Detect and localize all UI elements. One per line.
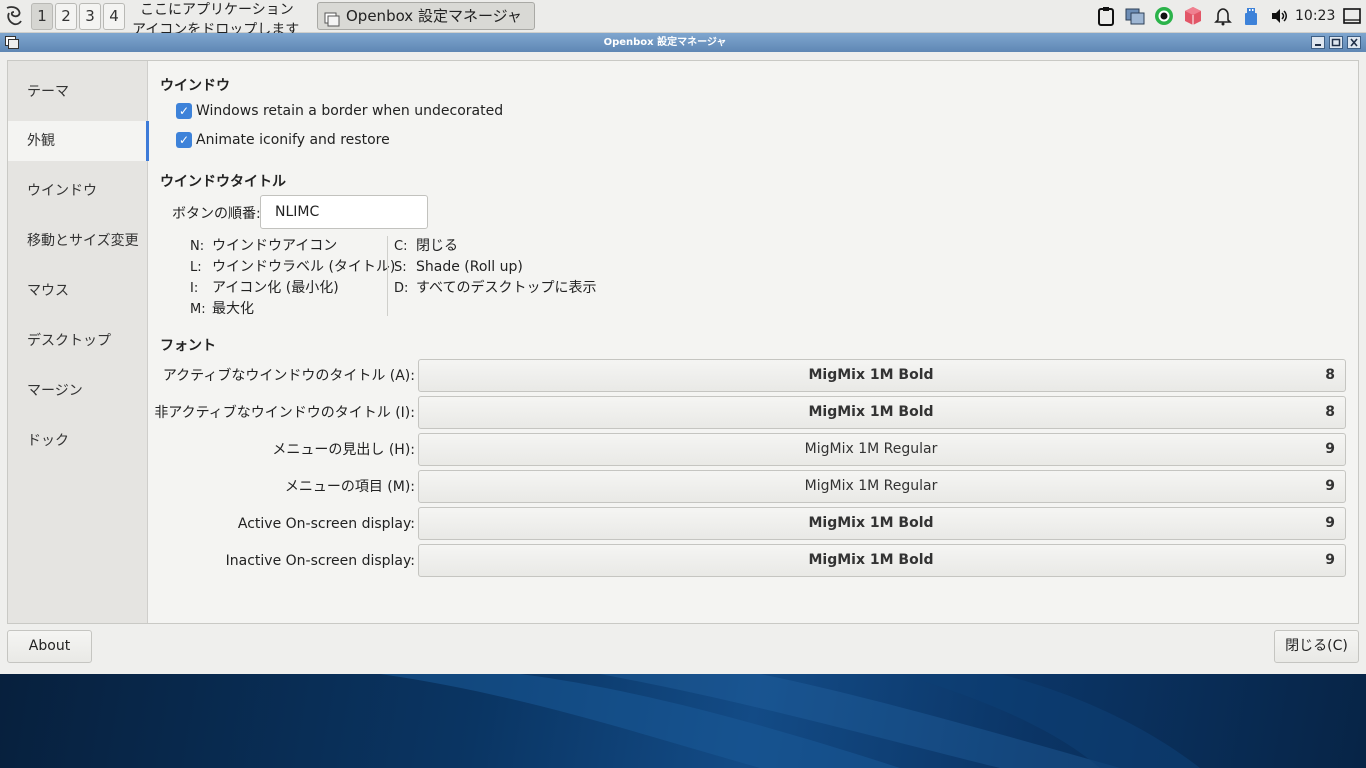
- launcher-hint-line1: ここにアプリケーション: [140, 2, 294, 18]
- font-label-active-osd: Active On-screen display:: [237, 516, 415, 532]
- settings-content: テーマ 外観 ウインドウ 移動とサイズ変更 マウス デスクトップ マージン ドッ…: [7, 60, 1359, 624]
- workspace-2-button[interactable]: 2: [55, 3, 77, 30]
- legend-item: M: 最大化: [190, 301, 254, 317]
- window-icon: [324, 9, 340, 35]
- workspace-4-button[interactable]: 4: [103, 3, 125, 30]
- settings-window: Openbox 設定マネージャ テーマ 外観 ウインドウ 移動とサイズ変更 マウ…: [0, 33, 1366, 674]
- workspace-1-button[interactable]: 1: [31, 3, 53, 30]
- taskbar-window-button[interactable]: Openbox 設定マネージャ: [317, 2, 535, 30]
- button-order-input[interactable]: NLIMC: [260, 195, 428, 229]
- minimize-button[interactable]: [1311, 36, 1325, 49]
- task-label: Openbox 設定マネージャ: [346, 7, 522, 25]
- desktop-wallpaper: [0, 674, 1366, 768]
- volume-icon[interactable]: [1269, 6, 1289, 26]
- font-size: 8: [1325, 404, 1335, 420]
- sidebar-item-margins[interactable]: マージン: [8, 371, 148, 411]
- option-label: Animate iconify and restore: [196, 132, 390, 148]
- legend-item: N: ウインドウアイコン: [190, 238, 338, 254]
- window-titlebar[interactable]: Openbox 設定マネージャ: [0, 33, 1366, 52]
- font-name: MigMix 1M Bold: [808, 515, 934, 531]
- record-icon[interactable]: [1154, 6, 1174, 26]
- font-label-active-title: アクティブなウインドウのタイトル (A):: [162, 368, 415, 384]
- sidebar-item-appearance[interactable]: 外観: [8, 121, 149, 161]
- font-name: MigMix 1M Bold: [808, 552, 934, 568]
- usb-icon[interactable]: [1241, 6, 1261, 26]
- sidebar-item-desktops[interactable]: デスクトップ: [8, 321, 148, 361]
- notification-bell-icon[interactable]: [1213, 6, 1233, 26]
- sidebar: テーマ 外観 ウインドウ 移動とサイズ変更 マウス デスクトップ マージン ドッ…: [8, 61, 149, 623]
- sidebar-item-theme[interactable]: テーマ: [8, 72, 148, 112]
- launcher-drop-area[interactable]: ここにアプリケーション アイコンをドロップします: [132, 0, 312, 33]
- font-button-menu-item[interactable]: MigMix 1M Regular 9: [418, 470, 1346, 503]
- font-name: MigMix 1M Bold: [808, 404, 934, 420]
- checkbox-animate-iconify[interactable]: ✓: [176, 132, 192, 148]
- window-manager-icon[interactable]: [1125, 6, 1145, 26]
- font-name: MigMix 1M Bold: [808, 367, 934, 383]
- workspace-3-button[interactable]: 3: [79, 3, 101, 30]
- font-name: MigMix 1M Regular: [804, 441, 938, 457]
- font-button-inactive-title[interactable]: MigMix 1M Bold 8: [418, 396, 1346, 429]
- legend-item: D: すべてのデスクトップに表示: [394, 280, 597, 296]
- clipboard-icon[interactable]: [1096, 6, 1116, 26]
- font-label-menu-header: メニューの見出し (H):: [272, 442, 415, 458]
- font-button-active-osd[interactable]: MigMix 1M Bold 9: [418, 507, 1346, 540]
- close-window-button[interactable]: [1347, 36, 1361, 49]
- font-size: 9: [1325, 552, 1335, 568]
- clock[interactable]: 10:23: [1295, 0, 1335, 33]
- font-size: 9: [1325, 478, 1335, 494]
- sidebar-item-mouse[interactable]: マウス: [8, 271, 148, 311]
- legend-left: N: ウインドウアイコン L: ウインドウラベル (タイトル) I: アイコン化 (最…: [190, 236, 395, 320]
- font-button-inactive-osd[interactable]: MigMix 1M Bold 9: [418, 544, 1346, 577]
- window-title: Openbox 設定マネージャ: [603, 37, 727, 48]
- application-menu-icon[interactable]: [2, 4, 26, 28]
- font-label-inactive-osd: Inactive On-screen display:: [225, 553, 415, 569]
- taskbar: 1 2 3 4 ここにアプリケーション アイコンをドロップします Openbox…: [0, 0, 1366, 33]
- font-size: 9: [1325, 515, 1335, 531]
- legend-item: S: Shade (Roll up): [394, 259, 523, 275]
- sidebar-item-dock[interactable]: ドック: [8, 421, 148, 461]
- section-title-titlebar: ウインドウタイトル: [160, 174, 286, 190]
- legend-item: C: 閉じる: [394, 238, 458, 254]
- package-icon[interactable]: [1183, 6, 1203, 26]
- font-size: 9: [1325, 441, 1335, 457]
- sidebar-item-move-resize[interactable]: 移動とサイズ変更: [8, 221, 148, 261]
- font-button-menu-header[interactable]: MigMix 1M Regular 9: [418, 433, 1346, 466]
- legend-item: L: ウインドウラベル (タイトル): [190, 259, 396, 275]
- sidebar-item-windows[interactable]: ウインドウ: [8, 171, 148, 211]
- font-size: 8: [1325, 367, 1335, 383]
- font-button-active-title[interactable]: MigMix 1M Bold 8: [418, 359, 1346, 392]
- font-label-inactive-title: 非アクティブなウインドウのタイトル (I):: [154, 405, 415, 421]
- button-order-label: ボタンの順番:: [172, 206, 261, 222]
- section-title-window: ウインドウ: [160, 78, 230, 94]
- font-label-menu-item: メニューの項目 (M):: [284, 479, 415, 495]
- checkbox-retain-border[interactable]: ✓: [176, 103, 192, 119]
- option-label: Windows retain a border when undecorated: [196, 103, 504, 119]
- legend-right: C: 閉じる S: Shade (Roll up) D: すべてのデスクトップに表示: [394, 236, 596, 299]
- display-icon[interactable]: [1342, 6, 1362, 26]
- close-button[interactable]: 閉じる(C): [1274, 630, 1359, 663]
- main-panel: ウインドウ ✓ Windows retain a border when und…: [148, 61, 1358, 623]
- maximize-button[interactable]: [1329, 36, 1343, 49]
- launcher-hint-line2: アイコンをドロップします: [132, 22, 300, 33]
- legend-item: I: アイコン化 (最小化): [190, 280, 339, 296]
- about-button[interactable]: About: [7, 630, 92, 663]
- section-title-fonts: フォント: [160, 338, 216, 354]
- legend-divider: [387, 236, 388, 316]
- font-name: MigMix 1M Regular: [804, 478, 938, 494]
